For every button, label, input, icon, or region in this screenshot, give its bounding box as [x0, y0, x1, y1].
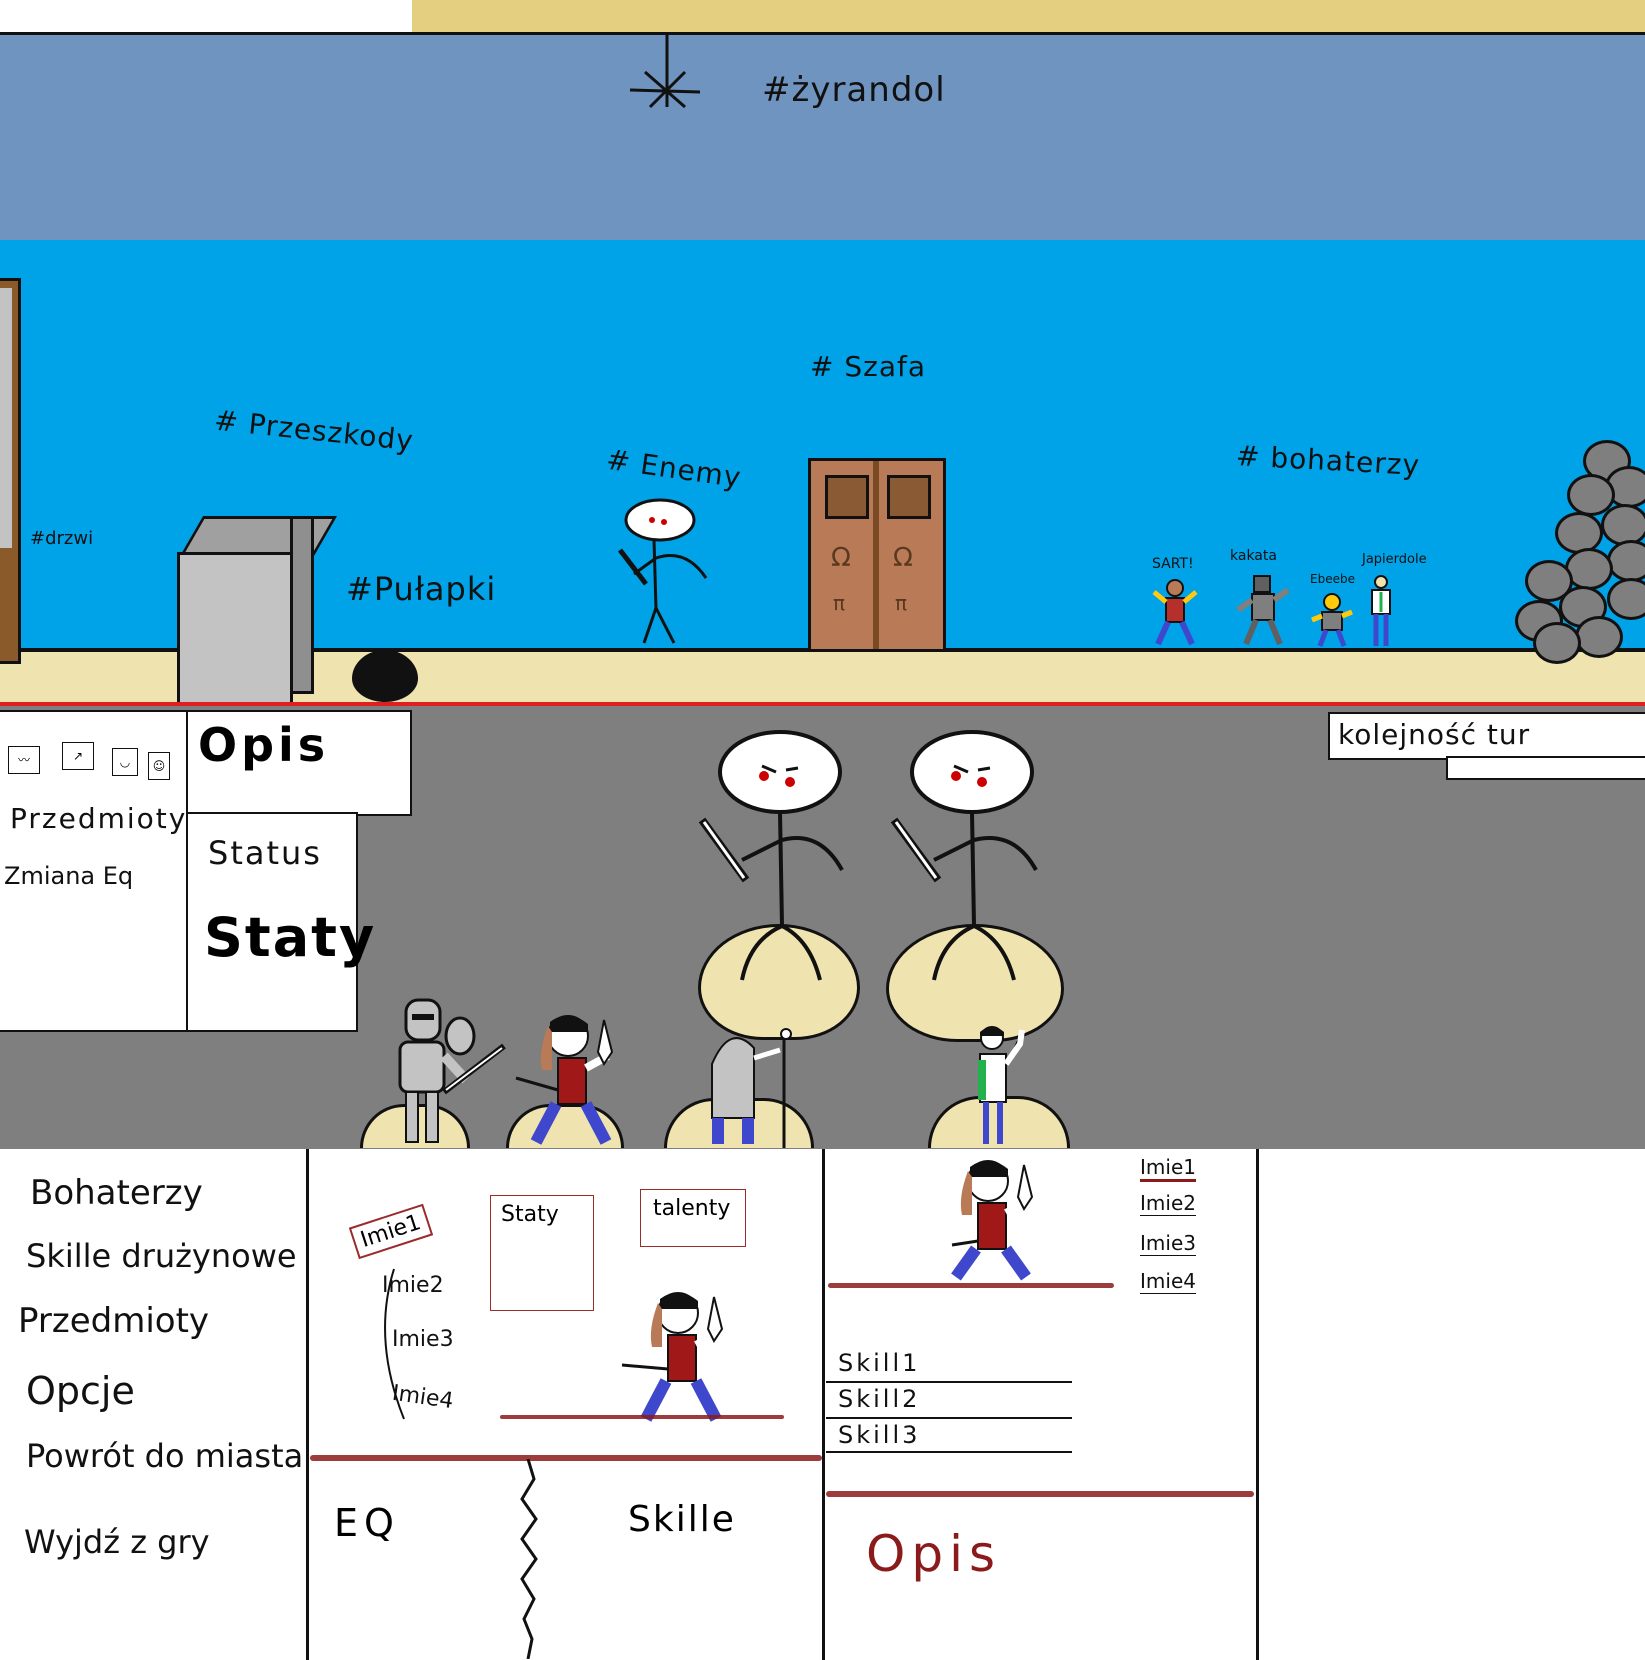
enemy-figure[interactable] [880, 730, 1060, 1010]
hero-name: Ebeebe [1310, 572, 1355, 586]
stats-box[interactable]: Staty [490, 1195, 594, 1311]
status-panel: Status Staty [186, 812, 374, 1032]
skill-slot-2[interactable]: Skill2 [826, 1385, 1072, 1419]
split-line [520, 1459, 538, 1659]
action-panel: 〰 ↗ ◡ ☺ Przedmioty Zmiana Eq [0, 710, 188, 1032]
menu-return-to-town[interactable]: Powrót do miasta [26, 1437, 303, 1475]
team-opis: Opis [866, 1525, 1002, 1583]
change-eq-option[interactable]: Zmiana Eq [4, 862, 133, 890]
wardrobe-split [873, 461, 879, 649]
turn-order-panel: kolejność tur [1328, 712, 1645, 760]
enemy-figure[interactable] [690, 730, 870, 1010]
upper-wall [0, 35, 1645, 250]
obstacle-box[interactable] [177, 552, 293, 705]
obstacle-box-side [290, 516, 314, 694]
rogue-sprite[interactable] [508, 1012, 636, 1148]
face-icon[interactable]: ☺ [148, 752, 170, 780]
party-menu: Bohaterzy Skille drużynowe Przedmioty Op… [0, 1149, 1645, 1660]
omega-icon: Ω [893, 543, 913, 573]
team-name-2[interactable]: Imie2 [1140, 1191, 1196, 1216]
hero-tab-2[interactable]: Imie2 [382, 1273, 444, 1298]
hero-sprite[interactable] [1150, 578, 1200, 648]
turn-order-label: kolejność tur [1338, 718, 1531, 751]
divider [306, 1149, 309, 1660]
eq-section[interactable]: EQ [334, 1501, 400, 1545]
hero-name: kakata [1230, 548, 1277, 564]
divider [1256, 1149, 1259, 1660]
label-traps: #Pułapki [346, 570, 497, 608]
opis-title: Opis [198, 718, 330, 772]
chandelier-icon [629, 32, 700, 109]
knight-sprite[interactable] [388, 996, 508, 1146]
talents-box[interactable]: talenty [640, 1189, 746, 1247]
label-chandelier: #żyrandol [762, 70, 946, 110]
ground-line [500, 1415, 784, 1419]
section-divider [826, 1491, 1254, 1497]
label-doors: #drzwi [30, 528, 94, 549]
skills-section[interactable]: Skille [628, 1499, 736, 1540]
trap[interactable] [352, 650, 418, 702]
menu-heroes[interactable]: Bohaterzy [30, 1173, 203, 1213]
shield-icon[interactable]: ◡ [112, 748, 138, 776]
team-name-1[interactable]: Imie1 [1140, 1155, 1196, 1182]
hero-sprite[interactable] [1366, 574, 1396, 648]
arrow-icon[interactable]: ↗ [62, 742, 94, 770]
scroll-icon[interactable]: 〰 [8, 746, 40, 774]
hero-sprite[interactable] [1310, 592, 1354, 648]
menu-team-skills[interactable]: Skille drużynowe [26, 1237, 297, 1275]
status-label: Status [208, 834, 322, 872]
skill-slot-3[interactable]: Skill3 [826, 1421, 1072, 1453]
items-option[interactable]: Przedmioty [10, 802, 187, 835]
team-name-4[interactable]: Imie4 [1140, 1269, 1196, 1294]
ground-line [828, 1283, 1114, 1288]
menu-exit-game[interactable]: Wyjdź z gry [24, 1523, 210, 1561]
enemy-figure[interactable] [616, 498, 716, 648]
hero-sprite[interactable] [1236, 574, 1292, 648]
skill-slot-1[interactable]: Skill1 [826, 1349, 1072, 1383]
section-divider [310, 1455, 822, 1461]
hero-name: Japierdole [1362, 552, 1427, 567]
omega-icon: Ω [831, 543, 851, 573]
wardrobe-panel [887, 475, 931, 519]
staty-label: Staty [204, 906, 377, 969]
hero-tab-3[interactable]: Imie3 [392, 1327, 454, 1352]
turn-order-queue [1446, 756, 1645, 780]
pi-icon: π [895, 591, 908, 615]
hero-name: SART! [1152, 556, 1194, 572]
wardrobe-panel [825, 475, 869, 519]
team-hero-portrait [951, 1160, 1034, 1281]
opis-panel: Opis [186, 710, 412, 816]
mage-sprite[interactable] [700, 1028, 796, 1148]
menu-items[interactable]: Przedmioty [18, 1301, 209, 1341]
rock-pile [1515, 440, 1645, 664]
team-name-3[interactable]: Imie3 [1140, 1231, 1196, 1256]
label-wardrobe: # Szafa [810, 350, 927, 383]
hero-portrait [621, 1292, 724, 1422]
pi-icon: π [833, 591, 846, 615]
game-scene: #żyrandol #drzwi # Przeszkody #Pułapki #… [0, 0, 1645, 705]
ceiling-gap [0, 0, 412, 32]
ranger-sprite[interactable] [964, 1024, 1032, 1148]
battle-view: 〰 ↗ ◡ ☺ Przedmioty Zmiana Eq Opis Status… [0, 702, 1645, 1153]
wardrobe[interactable]: Ω Ω π π [808, 458, 946, 652]
door-frame [0, 288, 12, 548]
divider [822, 1149, 825, 1660]
menu-options[interactable]: Opcje [26, 1369, 135, 1413]
